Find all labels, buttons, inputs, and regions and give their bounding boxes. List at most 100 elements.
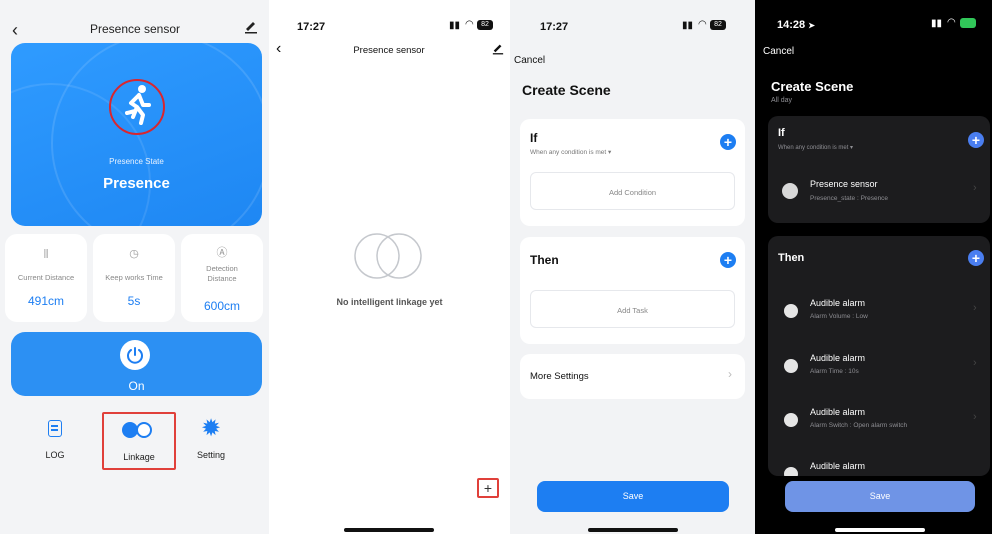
chevron-right-icon: › bbox=[973, 411, 977, 423]
chevron-right-icon: › bbox=[728, 367, 732, 381]
wifi-icon: ◠ bbox=[698, 19, 707, 30]
gear-icon: ✹ bbox=[200, 415, 222, 442]
condition-detail: Presence_state : Presence bbox=[810, 195, 889, 202]
then-label: Then bbox=[530, 253, 559, 267]
power-state-label: On bbox=[128, 379, 145, 393]
task-detail: Alarm Time : 10s bbox=[810, 368, 859, 375]
location-arrow-icon: ➤ bbox=[808, 21, 815, 30]
task-detail: Alarm Volume : Low bbox=[810, 313, 868, 320]
page-title: Create Scene bbox=[771, 79, 854, 94]
detection-distance-card: Ⓐ Detection Distance 600cm bbox=[181, 234, 263, 322]
nav-setting[interactable]: ✹ Setting bbox=[188, 415, 234, 468]
more-settings-row[interactable]: More Settings › bbox=[520, 354, 745, 399]
stat-value: 5s bbox=[127, 294, 141, 308]
if-label: If bbox=[530, 131, 538, 145]
condition-mode-dropdown[interactable]: When any condition is met ▾ bbox=[530, 148, 611, 156]
home-indicator bbox=[588, 528, 678, 532]
edit-icon[interactable] bbox=[492, 41, 504, 60]
cancel-button[interactable]: Cancel bbox=[514, 55, 545, 66]
add-linkage-button[interactable]: + bbox=[477, 478, 499, 498]
stat-label: Keep works Time bbox=[105, 273, 163, 282]
wifi-icon: ◠ bbox=[465, 19, 474, 30]
then-section: Then + Add Task bbox=[520, 237, 745, 344]
signal-icon: ▮▮ bbox=[449, 20, 461, 31]
home-indicator bbox=[835, 528, 925, 532]
power-toggle-card[interactable]: On bbox=[11, 332, 262, 396]
stat-value: 600cm bbox=[203, 299, 241, 313]
nav-linkage-label: Linkage bbox=[123, 452, 155, 462]
current-distance-card: ⫼ Current Distance 491cm bbox=[5, 234, 87, 322]
timer-icon: ◷ bbox=[129, 248, 139, 260]
then-label: Then bbox=[778, 252, 805, 264]
add-task-plus-icon[interactable]: + bbox=[968, 250, 984, 266]
battery-icon: 82 bbox=[710, 20, 726, 30]
then-section: Then + Audible alarm Alarm Volume : Low … bbox=[768, 236, 990, 476]
nav-setting-label: Setting bbox=[196, 450, 226, 460]
save-button[interactable]: Save bbox=[785, 481, 975, 512]
stat-label: Current Distance bbox=[17, 273, 75, 282]
if-section: If When any condition is met ▾ + Add Con… bbox=[520, 119, 745, 226]
presence-hero-card: Presence State Presence bbox=[11, 43, 262, 226]
home-indicator bbox=[344, 528, 434, 532]
document-icon bbox=[48, 420, 62, 437]
add-task-label: Add Task bbox=[617, 306, 648, 315]
cancel-button[interactable]: Cancel bbox=[763, 46, 794, 57]
task-name: Audible alarm bbox=[810, 461, 866, 471]
linkage-panel: 17:27 ▮▮ ◠ 82 ‹ Presence sensor No intel… bbox=[269, 0, 510, 534]
alarm-dot-icon bbox=[784, 359, 798, 373]
linkage-toggle-icon bbox=[122, 422, 156, 438]
task-item[interactable]: Audible alarm Alarm Time : 10s › bbox=[768, 348, 990, 384]
add-task-plus-icon[interactable]: + bbox=[720, 252, 736, 268]
task-detail: Alarm Switch : Open alarm switch bbox=[810, 422, 908, 429]
add-condition-plus-icon[interactable]: + bbox=[968, 132, 984, 148]
alarm-dot-icon bbox=[784, 467, 798, 476]
create-scene-light-panel: 17:27 ▮▮ ◠ 82 Cancel Create Scene If Whe… bbox=[510, 0, 755, 534]
condition-mode-dropdown[interactable]: When any condition is met ▾ bbox=[778, 144, 853, 151]
nav-linkage[interactable]: Linkage bbox=[102, 412, 176, 470]
status-time: 17:27 bbox=[297, 21, 326, 33]
signal-icon: ▮▮ bbox=[931, 18, 943, 29]
if-label: If bbox=[778, 127, 785, 139]
task-item[interactable]: Audible alarm Alarm Volume : Low › bbox=[768, 293, 990, 329]
status-time: 14:28 ➤ bbox=[777, 19, 815, 31]
presence-sensor-icon bbox=[782, 183, 798, 199]
back-icon[interactable]: ‹ bbox=[12, 20, 18, 41]
chevron-right-icon: › bbox=[973, 182, 977, 194]
chevron-right-icon: › bbox=[973, 357, 977, 369]
page-title: Create Scene bbox=[522, 82, 611, 98]
battery-icon: 82 bbox=[477, 20, 493, 30]
task-item[interactable]: Audible alarm Alarm Switch : Open alarm … bbox=[768, 402, 990, 438]
condition-name: Presence sensor bbox=[810, 179, 878, 189]
task-item[interactable]: Audible alarm bbox=[768, 456, 990, 476]
distance-icon: ⫼ bbox=[43, 249, 49, 260]
add-condition-button[interactable]: Add Condition bbox=[530, 172, 735, 210]
alarm-dot-icon bbox=[784, 413, 798, 427]
condition-item[interactable]: Presence sensor Presence_state : Presenc… bbox=[768, 172, 990, 212]
status-time: 17:27 bbox=[540, 21, 569, 33]
save-label: Save bbox=[622, 491, 644, 501]
device-panel: ‹ Presence sensor Presence State Presenc… bbox=[0, 0, 269, 534]
add-task-button[interactable]: Add Task bbox=[530, 290, 735, 328]
running-person-icon bbox=[109, 79, 165, 135]
signal-icon: ▮▮ bbox=[682, 20, 694, 31]
back-icon[interactable]: ‹ bbox=[276, 40, 281, 58]
range-icon: Ⓐ bbox=[216, 247, 228, 259]
chevron-right-icon: › bbox=[973, 302, 977, 314]
more-settings-label: More Settings bbox=[530, 371, 589, 382]
stat-label: Detection Distance bbox=[206, 264, 238, 283]
edit-icon[interactable] bbox=[244, 18, 258, 39]
nav-log-label: LOG bbox=[45, 450, 65, 460]
keep-works-time-card: ◷ Keep works Time 5s bbox=[93, 234, 175, 322]
power-icon[interactable] bbox=[120, 340, 150, 370]
save-label: Save bbox=[869, 491, 891, 501]
page-subtitle: All day bbox=[771, 97, 793, 104]
alarm-dot-icon bbox=[784, 304, 798, 318]
task-name: Audible alarm bbox=[810, 353, 866, 363]
task-name: Audible alarm bbox=[810, 407, 866, 417]
presence-state-value: Presence bbox=[103, 175, 170, 192]
page-title: Presence sensor bbox=[89, 22, 181, 36]
nav-log[interactable]: LOG bbox=[32, 418, 78, 468]
save-button[interactable]: Save bbox=[537, 481, 729, 512]
page-title: Presence sensor bbox=[353, 45, 425, 56]
add-condition-plus-icon[interactable]: + bbox=[720, 134, 736, 150]
